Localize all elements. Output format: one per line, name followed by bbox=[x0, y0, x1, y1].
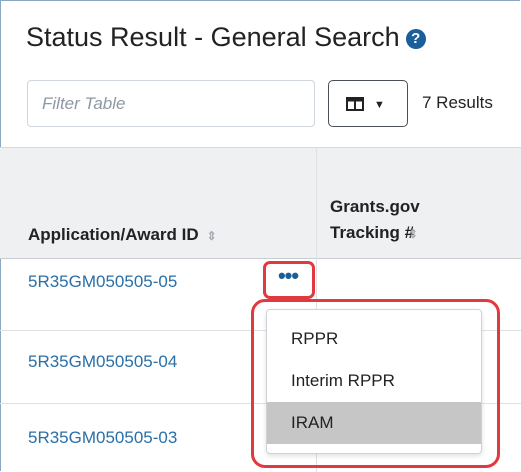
column-toggle-button[interactable]: ▼ bbox=[328, 80, 408, 127]
menu-item-iram[interactable]: IRAM bbox=[267, 402, 481, 444]
results-count: 7 Results bbox=[422, 93, 493, 112]
sort-icon[interactable]: ⇕ bbox=[408, 227, 418, 241]
table-columns-icon bbox=[346, 97, 364, 111]
page-title-text: Status Result - General Search bbox=[26, 22, 400, 52]
help-icon[interactable]: ? bbox=[405, 29, 426, 49]
award-id-link[interactable]: 5R35GM050505-03 bbox=[28, 428, 177, 448]
page-title: Status Result - General Search? bbox=[26, 22, 426, 53]
actions-dropdown-menu: RPPR Interim RPPR IRAM bbox=[266, 309, 482, 454]
column-header-award-id[interactable]: Application/Award ID ⇕ bbox=[28, 222, 217, 249]
sort-icon[interactable]: ⇕ bbox=[207, 229, 217, 243]
column-header-label: Application/Award ID bbox=[28, 225, 199, 244]
actions-ellipsis-icon[interactable]: ••• bbox=[274, 265, 302, 289]
award-id-link[interactable]: 5R35GM050505-04 bbox=[28, 352, 177, 372]
menu-item-interim-rppr[interactable]: Interim RPPR bbox=[267, 360, 481, 402]
caret-down-icon: ▼ bbox=[374, 99, 385, 111]
filter-table-input[interactable] bbox=[27, 80, 315, 127]
column-header-label: Grants.gov Tracking # bbox=[330, 197, 420, 242]
award-id-link[interactable]: 5R35GM050505-05 bbox=[28, 272, 177, 292]
column-header-tracking[interactable]: Grants.gov Tracking #⇕ bbox=[330, 194, 460, 247]
menu-item-rppr[interactable]: RPPR bbox=[267, 318, 481, 360]
